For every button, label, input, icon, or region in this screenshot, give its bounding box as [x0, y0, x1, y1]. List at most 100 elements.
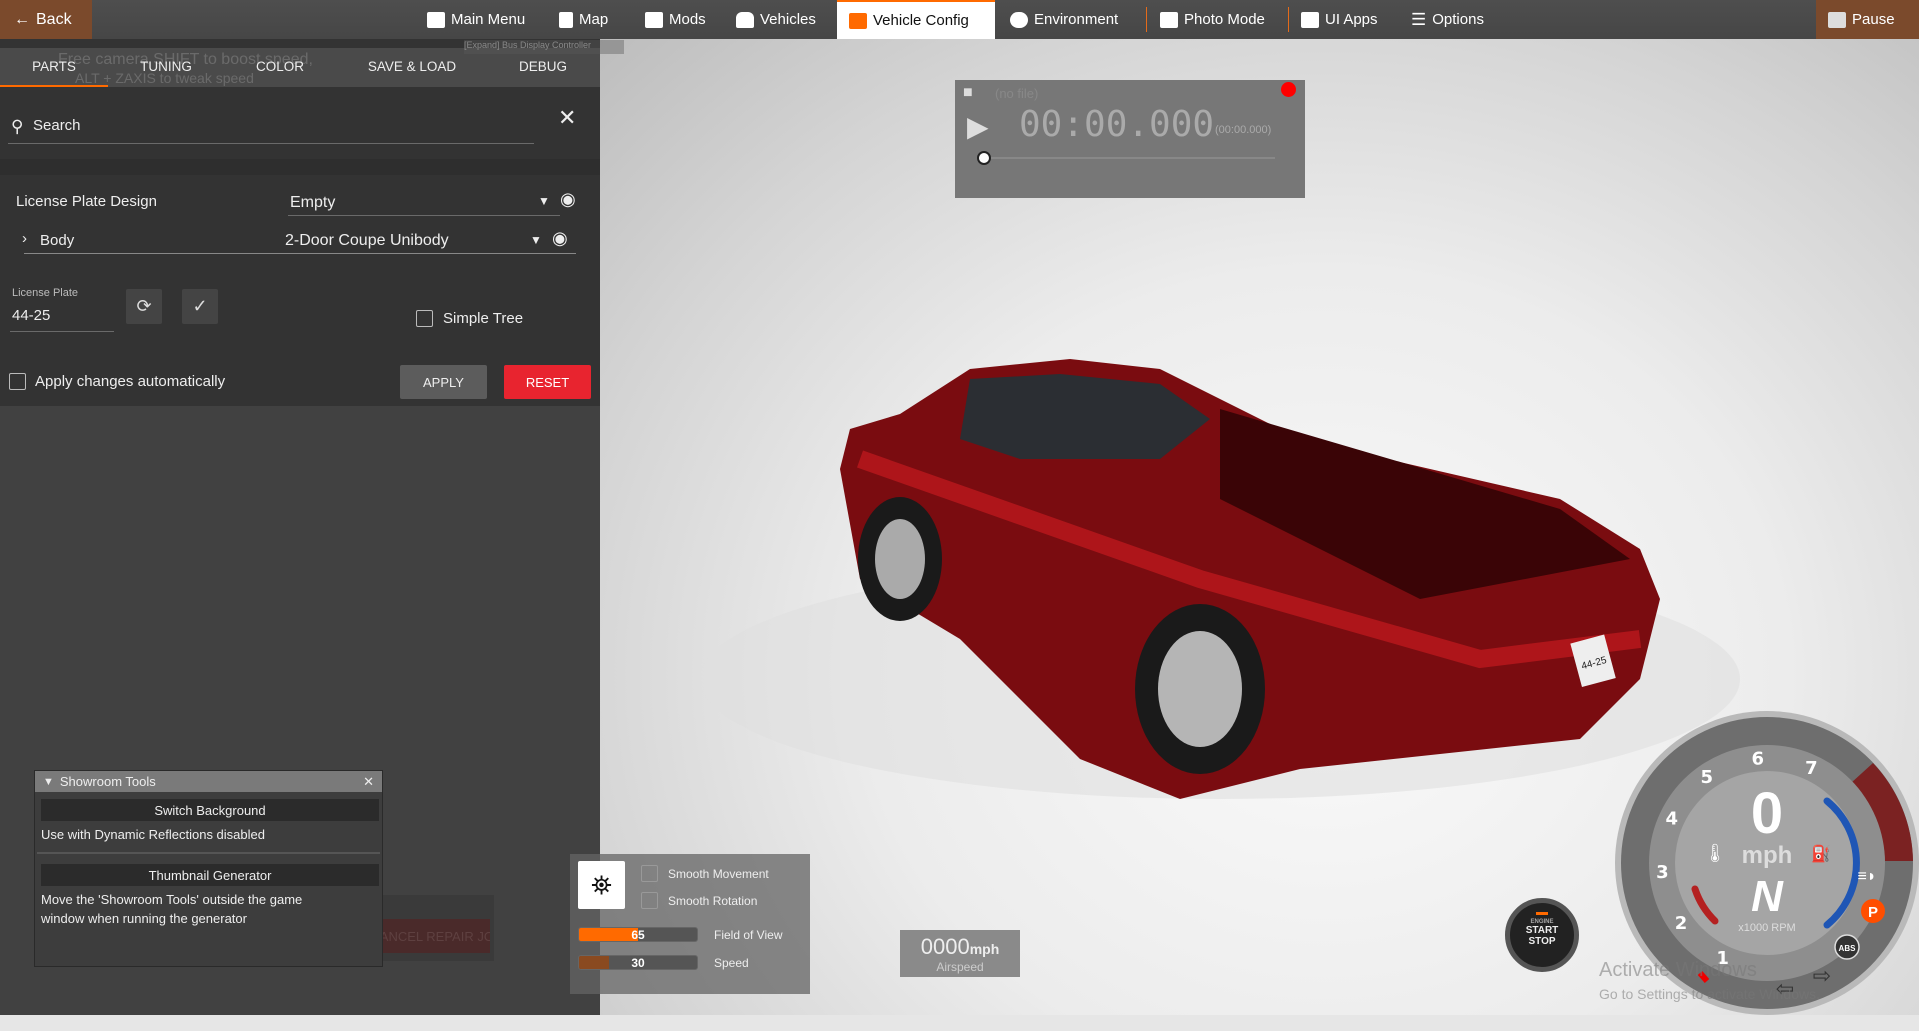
parts-section — [0, 39, 600, 406]
speed-slider[interactable]: 30 — [578, 955, 698, 970]
license-plate-label: License Plate — [12, 287, 79, 299]
timeline-track[interactable] — [985, 157, 1275, 159]
part-select-license-plate-design[interactable]: Empty — [290, 194, 335, 212]
refresh-icon: ⟳ — [136, 296, 152, 316]
apply-button[interactable]: APPLY — [400, 365, 487, 399]
file-name: (no file) — [995, 86, 1039, 101]
drone-camera-icon[interactable]: ⛯ — [578, 861, 625, 909]
menu-label: Vehicle Config — [873, 12, 969, 29]
current-time: 00:00.000 — [1019, 104, 1215, 145]
search-underline — [8, 143, 534, 144]
replay-recorder-widget: ■ (no file) ▶ 00:00.000 (00:00.000) — [955, 80, 1305, 198]
activate-windows-watermark: Activate Windows — [1599, 959, 1757, 981]
dropdown-arrow-icon[interactable]: ▼ — [538, 194, 550, 208]
select-underline — [288, 215, 560, 216]
menu-map[interactable]: Map — [559, 0, 608, 39]
close-icon[interactable]: ✕ — [363, 774, 374, 790]
close-icon[interactable]: ✕ — [558, 105, 576, 131]
parking-brake-label: P — [1868, 904, 1878, 921]
bus-display-controller[interactable]: [Expand] Bus Display Controller — [464, 40, 624, 54]
thumbnail-generator-button[interactable]: Thumbnail Generator — [41, 864, 379, 886]
play-icon[interactable]: ▶ — [967, 110, 989, 143]
tab-parts[interactable]: PARTS — [32, 59, 76, 74]
switch-background-button[interactable]: Switch Background — [41, 799, 379, 821]
search-input[interactable]: Search — [33, 117, 81, 134]
engine-icon — [849, 12, 867, 29]
menu-ui-apps[interactable]: UI Apps — [1301, 0, 1378, 39]
dashboard-gauge: 123456 7 0 mph N x1000 RPM 🌡 ⛽ ≡◗ P ABS ⇦… — [1615, 711, 1919, 1015]
total-time: (00:00.000) — [1215, 124, 1272, 136]
tab-debug[interactable]: DEBUG — [519, 59, 567, 74]
divider — [37, 852, 380, 854]
pause-button[interactable]: Pause — [1816, 0, 1919, 39]
divider — [1288, 7, 1289, 32]
apply-auto-label: Apply changes automatically — [35, 373, 226, 390]
fov-label: Field of View — [714, 928, 783, 942]
dropdown-arrow-icon[interactable]: ▼ — [530, 233, 542, 247]
rpm-tick-label: 3 — [1656, 862, 1669, 883]
record-button[interactable] — [1281, 82, 1296, 97]
puzzle-icon — [645, 11, 663, 28]
input-underline — [10, 331, 114, 332]
menu-vehicle-config[interactable]: Vehicle Config — [837, 0, 995, 39]
smooth-movement-label: Smooth Movement — [668, 867, 769, 881]
arrow-left-icon: ← — [14, 10, 30, 28]
divider — [0, 159, 600, 175]
back-label: Back — [36, 10, 72, 28]
showroom-tools-window: ▼ Showroom Tools ✕ Switch Background Use … — [34, 770, 383, 967]
menu-label: UI Apps — [1325, 11, 1378, 28]
map-icon — [559, 11, 573, 28]
simple-tree-checkbox[interactable] — [416, 310, 433, 327]
cancel-repair-job-button[interactable]: CANCEL REPAIR JOB — [383, 919, 490, 953]
eye-icon[interactable]: ◉ — [552, 228, 568, 249]
speed-readout: 0 — [1751, 781, 1783, 846]
ui-apps-icon — [1301, 11, 1319, 28]
activate-windows-hint: Go to Settings to activate Windows. — [1599, 986, 1820, 1002]
confirm-plate-button[interactable]: ✓ — [182, 289, 218, 324]
turn-right-icon: ⇨ — [1813, 963, 1831, 988]
tab-color[interactable]: COLOR — [256, 59, 304, 74]
fuel-icon: ⛽ — [1811, 844, 1831, 863]
repair-job-widget: CANCEL REPAIR JOB — [383, 895, 494, 961]
menu-environment[interactable]: Environment — [1010, 0, 1118, 39]
folder-icon[interactable]: ■ — [963, 84, 973, 102]
menu-photo-mode[interactable]: Photo Mode — [1160, 0, 1265, 39]
timeline-handle[interactable] — [977, 151, 991, 165]
menu-mods[interactable]: Mods — [645, 0, 706, 39]
back-button[interactable]: ← Back — [0, 0, 92, 39]
abs-label: ABS — [1839, 944, 1857, 953]
rpm-tick-label: 2 — [1675, 913, 1688, 934]
smooth-movement-checkbox[interactable] — [641, 865, 658, 882]
chevron-right-icon[interactable]: › — [22, 230, 27, 247]
switch-background-note: Use with Dynamic Reflections disabled — [41, 827, 265, 842]
speed-label: Speed — [714, 956, 749, 970]
smooth-rotation-checkbox[interactable] — [641, 892, 658, 909]
thumbnail-note: window when running the generator — [41, 911, 247, 926]
window-header[interactable]: ▼ Showroom Tools ✕ — [35, 771, 382, 792]
camera-icon — [1160, 11, 1178, 28]
menu-main-menu[interactable]: Main Menu — [427, 0, 525, 39]
apply-auto-checkbox[interactable] — [9, 373, 26, 390]
tab-save-load[interactable]: SAVE & LOAD — [368, 59, 456, 74]
window-title: Showroom Tools — [59, 774, 156, 789]
fov-slider[interactable]: 65 — [578, 927, 698, 942]
rpm-tick-label: 7 — [1805, 758, 1818, 779]
menu-label: Environment — [1034, 11, 1119, 28]
fov-value: 65 — [631, 928, 645, 942]
menu-vehicles[interactable]: Vehicles — [736, 0, 816, 39]
menu-options[interactable]: ☰ Options — [1411, 0, 1484, 39]
randomize-plate-button[interactable]: ⟳ — [126, 289, 162, 324]
engine-label: START — [1525, 925, 1559, 936]
collapse-triangle-icon[interactable]: ▼ — [43, 776, 54, 788]
engine-start-stop-button[interactable]: ENGINE START STOP — [1505, 898, 1579, 972]
airspeed-widget: 0000mph Airspeed — [900, 930, 1020, 977]
part-label: License Plate Design — [16, 193, 157, 210]
menu-label: Main Menu — [451, 11, 526, 28]
tab-tuning[interactable]: TUNING — [140, 59, 192, 74]
part-select-body[interactable]: 2-Door Coupe Unibody — [285, 232, 449, 250]
license-plate-input[interactable]: 44-25 — [12, 307, 50, 324]
reset-button[interactable]: RESET — [504, 365, 591, 399]
rpm-tick-label: 4 — [1666, 809, 1679, 830]
eye-icon[interactable]: ◉ — [560, 189, 576, 210]
sliders-icon: ☰ — [1411, 9, 1427, 29]
